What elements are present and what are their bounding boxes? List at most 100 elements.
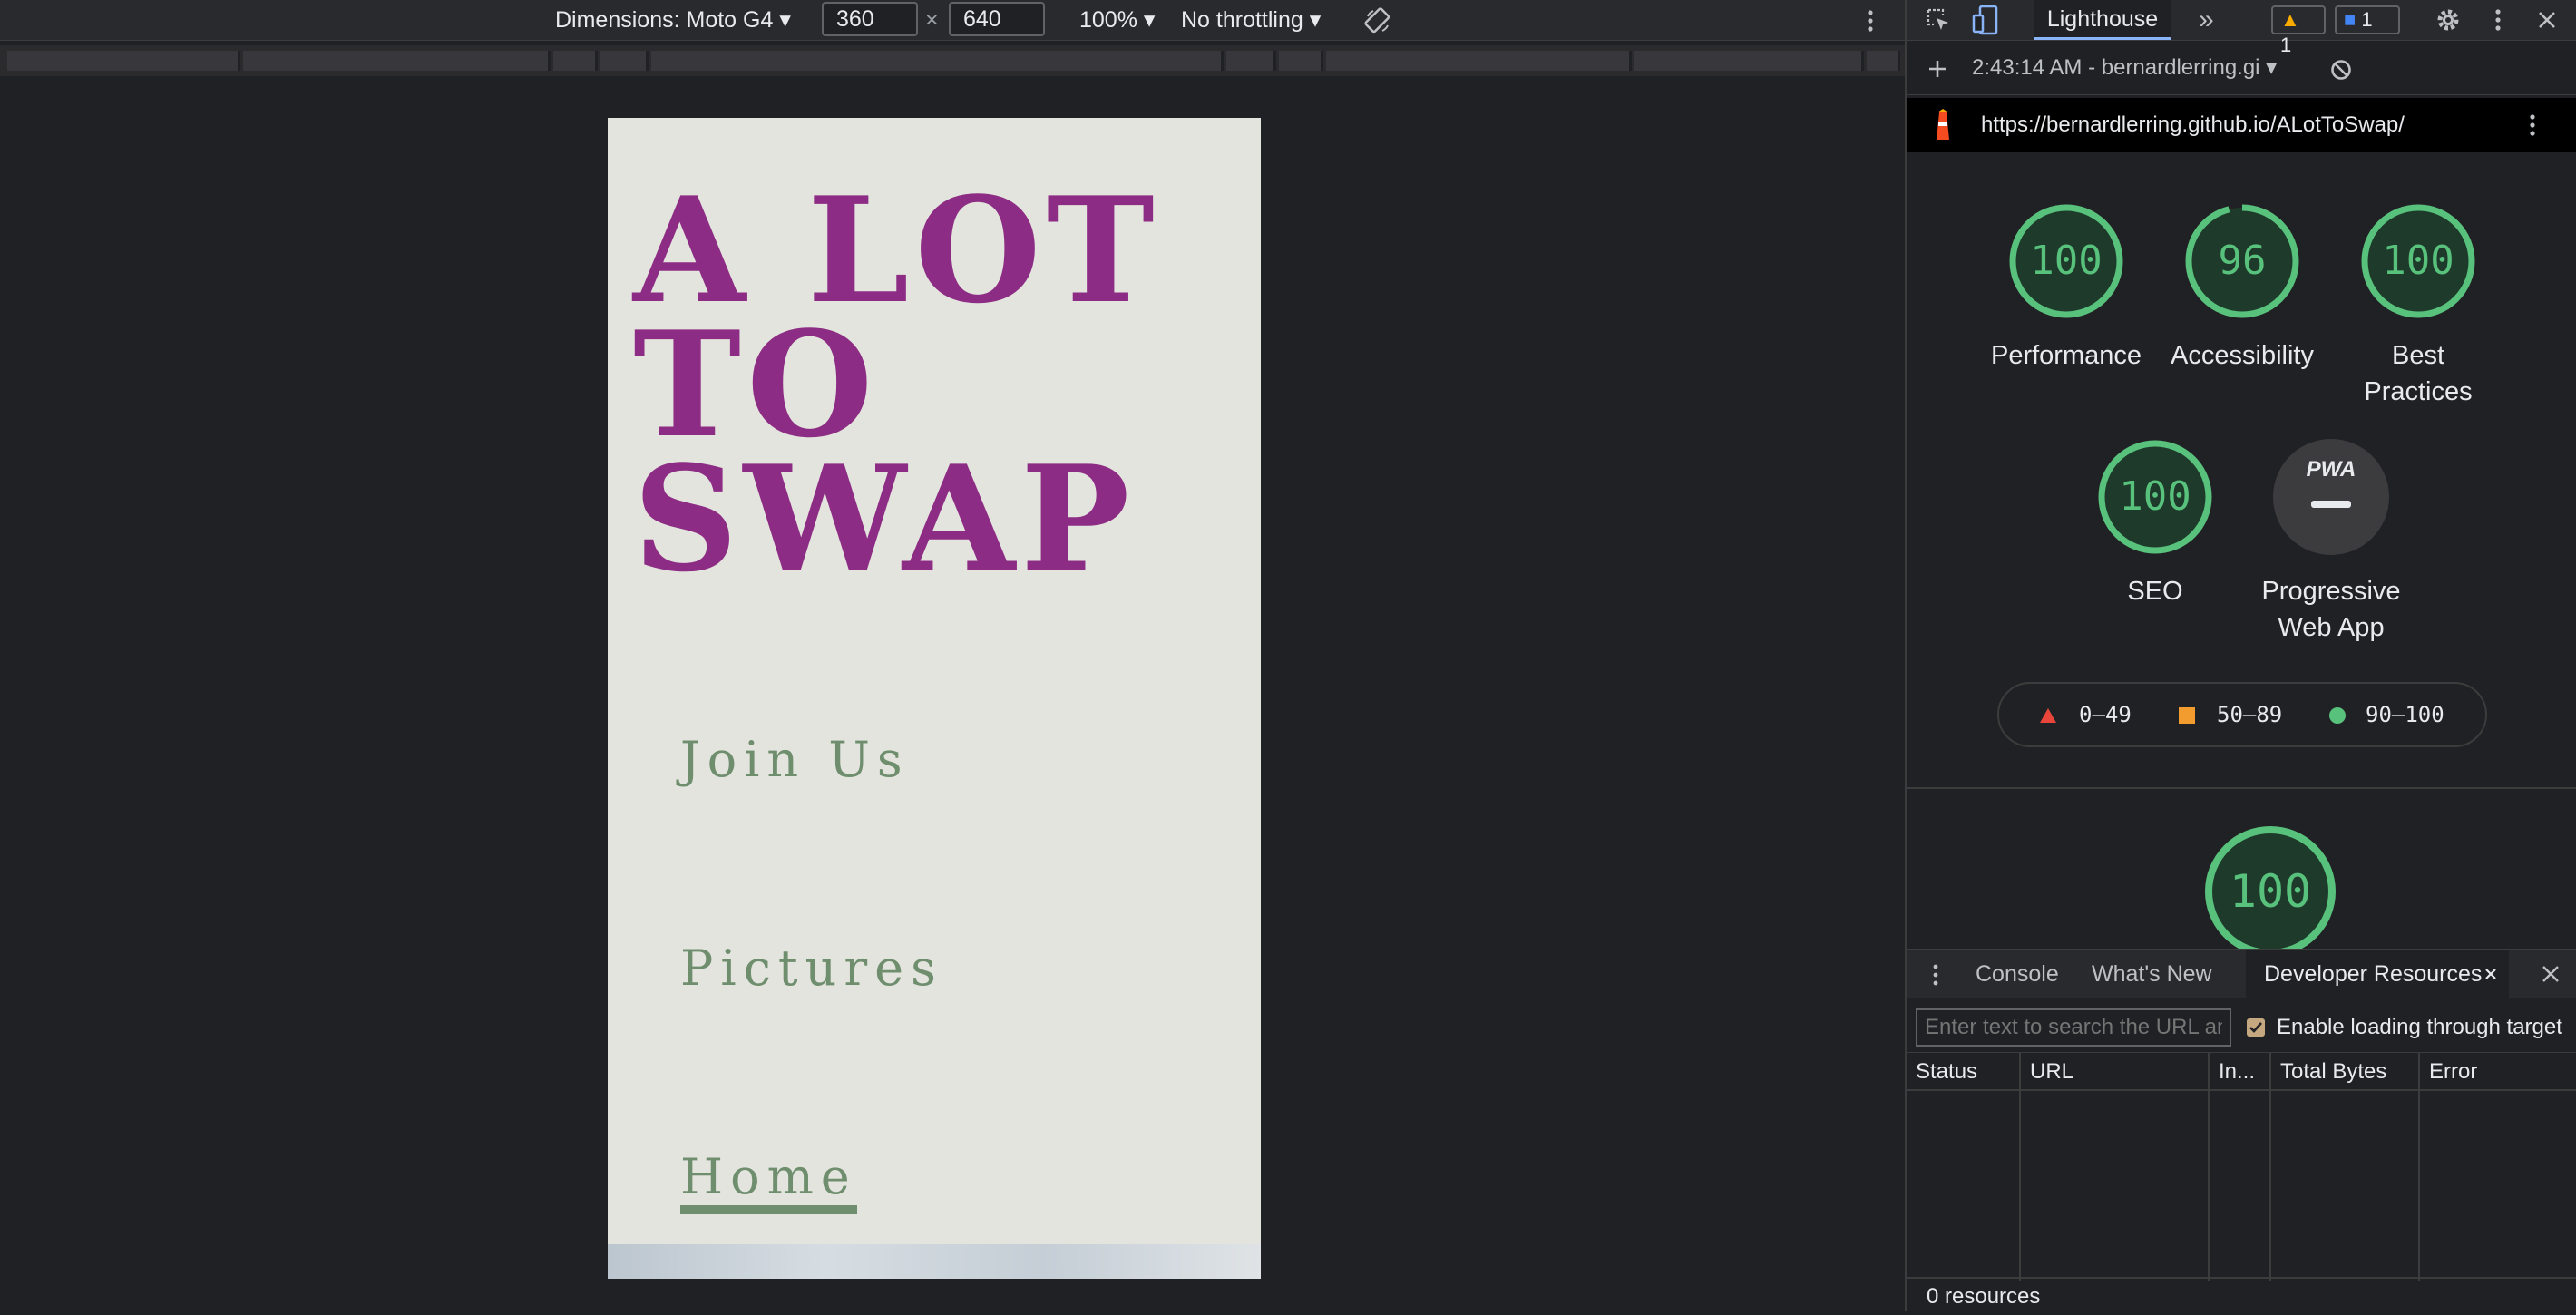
column-header-status[interactable]: Status <box>1907 1053 2021 1091</box>
new-report-plus-icon[interactable] <box>1927 58 1948 80</box>
ruler-segment[interactable] <box>1279 51 1323 71</box>
enable-loading-label[interactable]: Enable loading through target <box>2277 1008 2562 1047</box>
emulated-page: A LOT TO SWAP Join Us Pictures Home <box>608 118 1261 1279</box>
throttling-dropdown[interactable]: No throttling ▾ <box>1181 0 1321 40</box>
pwa-badge-text: PWA <box>2306 457 2356 482</box>
column-header-url[interactable]: URL <box>2021 1053 2210 1091</box>
column-divider <box>2269 1091 2271 1281</box>
score-value: 100 <box>2382 238 2454 284</box>
ruler-segment[interactable] <box>553 51 598 71</box>
score-label-line: Progressive <box>2261 577 2401 606</box>
section-divider <box>1907 787 2576 789</box>
warnings-badge[interactable]: ▲ 1 <box>2271 5 2326 56</box>
device-toolbar: Dimensions: Moto G4 ▾ 360 × 640 100% ▾ N… <box>0 0 1905 41</box>
site-title-line: TO <box>633 299 879 470</box>
report-url[interactable]: https://bernardlerring.github.io/ALotToS… <box>1981 98 2405 152</box>
score-label-seo: SEO <box>2055 573 2255 609</box>
settings-gear-icon[interactable] <box>2435 6 2462 34</box>
devtools-tabbar: Lighthouse » ▲ 1 ■ 1 <box>1907 0 2576 56</box>
drawer-tab-developer-resources[interactable]: Developer Resources <box>2246 950 2509 998</box>
device-width-input[interactable]: 360 <box>822 2 918 36</box>
resource-search-input[interactable] <box>1916 1008 2231 1047</box>
score-label-line: Web App <box>2278 613 2385 642</box>
site-title-line: SWAP <box>633 433 1136 604</box>
score-scale-legend: 0–49 50–89 90–100 <box>1997 682 2487 747</box>
site-title: A LOT TO SWAP <box>633 165 1232 604</box>
close-drawer-icon[interactable] <box>2540 963 2561 985</box>
more-tabs-icon[interactable]: » <box>2199 0 2214 40</box>
score-gauge-pwa[interactable]: PWA <box>2271 437 2391 557</box>
score-label-line: Accessibility <box>2171 341 2314 370</box>
score-gauge-performance[interactable]: 100 <box>2006 201 2126 321</box>
tab-lighthouse-label: Lighthouse <box>2046 6 2159 32</box>
column-divider <box>2019 1091 2021 1281</box>
warning-icon: ▲ <box>2280 8 2300 31</box>
pwa-badge-icon <box>2273 439 2389 555</box>
ruler-segment[interactable] <box>7 51 240 71</box>
drawer-tab-console[interactable]: Console <box>1976 950 2059 998</box>
performance-section-gauge[interactable]: 100 <box>2202 823 2338 949</box>
pass-circle-icon <box>2329 707 2346 724</box>
drawer-tabbar: Console What's New Developer Resources <box>1907 950 2576 998</box>
ruler-segment[interactable] <box>1634 51 1864 71</box>
score-label-best-practices: Best Practices <box>2318 337 2518 410</box>
score-label-line: Practices <box>2364 377 2473 406</box>
drawer-menu-icon[interactable] <box>1930 961 1941 989</box>
ruler-segment[interactable] <box>1326 51 1632 71</box>
tab-lighthouse[interactable]: Lighthouse <box>2034 0 2171 40</box>
rotate-icon[interactable] <box>1364 7 1391 34</box>
ruler-segment[interactable] <box>1226 51 1276 71</box>
legend-average-range: 50–89 <box>2217 702 2283 727</box>
close-devtools-icon[interactable] <box>2536 9 2558 31</box>
score-value: 100 <box>2229 865 2312 918</box>
devtools-more-icon[interactable] <box>2489 6 2507 34</box>
column-header-initiator[interactable]: In... <box>2210 1053 2271 1091</box>
close-tab-icon[interactable] <box>2483 967 2498 981</box>
lighthouse-logo-icon <box>1937 109 1949 140</box>
messages-badge[interactable]: ■ 1 <box>2335 5 2400 34</box>
media-query-ruler[interactable] <box>0 45 1905 76</box>
site-title-line: A LOT <box>633 165 1160 336</box>
score-label-line: Best <box>2391 341 2445 370</box>
score-label-line: Performance <box>1990 341 2142 370</box>
ruler-segment[interactable] <box>651 51 1224 71</box>
lighthouse-url-bar: https://bernardlerring.github.io/ALotToS… <box>1907 98 2576 152</box>
score-gauge-best-practices[interactable]: 100 <box>2358 201 2478 321</box>
dimension-separator: × <box>925 7 939 33</box>
inspect-element-icon[interactable] <box>1925 6 1952 34</box>
report-selector-dropdown[interactable]: 2:43:14 AM - bernardlerring.gi ▾ <box>1972 42 2277 94</box>
ruler-segment[interactable] <box>600 51 649 71</box>
device-toolbar-toggle-icon[interactable] <box>1972 5 1999 35</box>
zoom-dropdown[interactable]: 100% ▾ <box>1079 0 1155 40</box>
drawer-tab-whats-new[interactable]: What's New <box>2092 950 2212 998</box>
nav-link-join-us[interactable]: Join Us <box>680 731 910 788</box>
nav-link-pictures[interactable]: Pictures <box>680 940 943 997</box>
score-gauge-seo[interactable]: 100 <box>2095 437 2215 557</box>
ruler-segment[interactable] <box>243 51 551 71</box>
column-header-total-bytes[interactable]: Total Bytes <box>2271 1053 2420 1091</box>
score-label-performance: Performance <box>1966 337 2166 374</box>
enable-loading-checkbox[interactable] <box>2246 1018 2266 1037</box>
column-header-error[interactable]: Error <box>2420 1053 2576 1091</box>
score-value: 100 <box>2119 473 2191 520</box>
devtools-panel: Lighthouse » ▲ 1 ■ 1 2:43:14 AM - bernar… <box>1905 0 2576 1313</box>
score-gauge-accessibility[interactable]: 96 <box>2182 201 2302 321</box>
column-divider <box>2208 1091 2210 1281</box>
ruler-segment[interactable] <box>1867 51 1900 71</box>
report-menu-more-icon[interactable] <box>2523 112 2542 139</box>
score-label-pwa: Progressive Web App <box>2231 573 2431 646</box>
score-value: 100 <box>2030 238 2103 284</box>
clear-reports-icon[interactable] <box>2329 58 2353 82</box>
nav-link-home[interactable]: Home <box>680 1148 857 1214</box>
resources-table: Status URL In... Total Bytes Error <box>1907 1052 2576 1281</box>
column-divider <box>2418 1091 2420 1281</box>
drawer-tab-label: Developer Resources <box>2264 961 2483 987</box>
device-dimensions-dropdown[interactable]: Dimensions: Moto G4 ▾ <box>555 0 791 40</box>
fail-triangle-icon <box>2040 708 2056 723</box>
device-height-input[interactable]: 640 <box>949 2 1045 36</box>
legend-pass-range: 90–100 <box>2366 702 2444 727</box>
hero-image-edge <box>608 1244 1261 1279</box>
device-toolbar-more-icon[interactable] <box>1861 7 1879 34</box>
message-icon: ■ <box>2344 8 2356 31</box>
score-label-accessibility: Accessibility <box>2142 337 2342 374</box>
